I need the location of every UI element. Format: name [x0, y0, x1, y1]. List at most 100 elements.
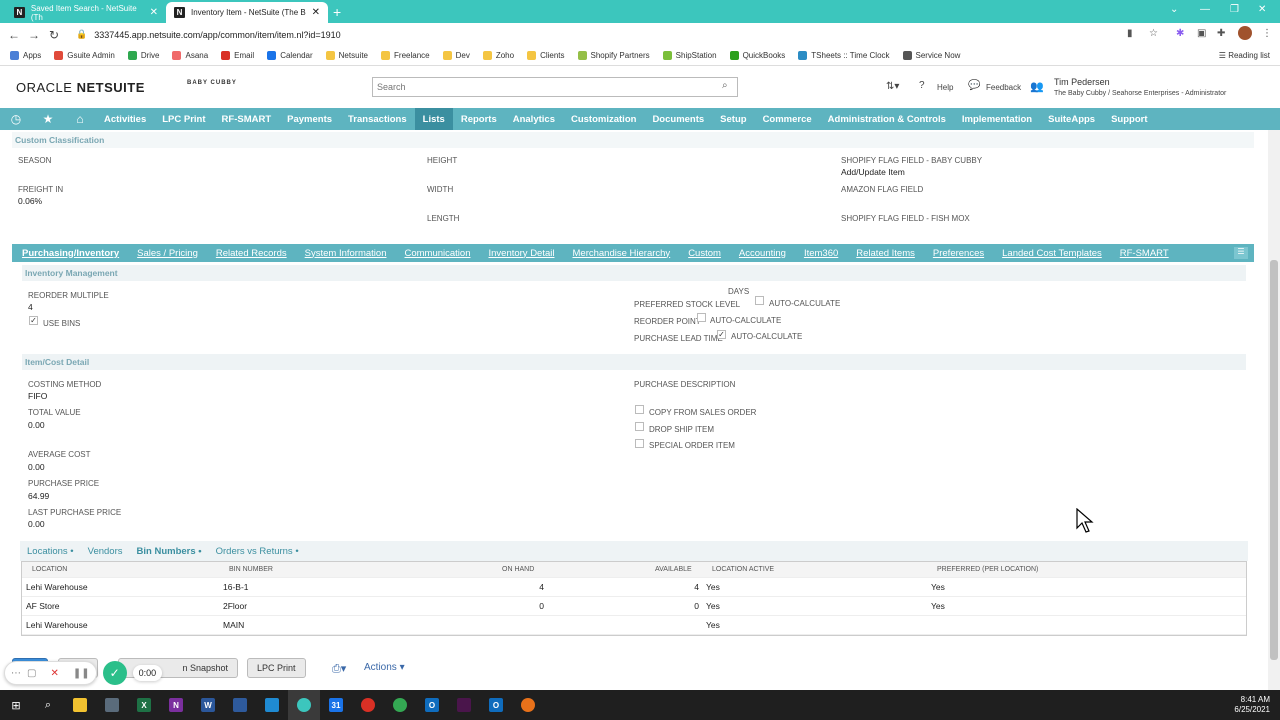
oracle-netsuite-logo[interactable]: ORACLE NETSUITE: [16, 80, 145, 95]
nav-rf-smart[interactable]: RF-SMART: [214, 108, 280, 130]
subtab-related-records[interactable]: Related Records: [206, 248, 295, 259]
nav-documents[interactable]: Documents: [644, 108, 712, 130]
scrollbar-thumb[interactable]: [1270, 260, 1278, 660]
finish-recording-icon[interactable]: ✓: [102, 661, 127, 685]
chrome-profile-icon[interactable]: [512, 690, 544, 720]
column-header-bin-number[interactable]: BIN NUMBER: [229, 566, 273, 573]
lpc-print-button[interactable]: LPC Print: [247, 658, 306, 678]
inner-tab-locations[interactable]: Locations •: [20, 546, 81, 557]
favorites-star-icon[interactable]: ★: [32, 112, 64, 126]
subtab-menu-icon[interactable]: ☰: [1234, 247, 1248, 259]
column-header-preferred-per-location[interactable]: PREFERRED (PER LOCATION): [937, 566, 1038, 573]
extension-icon[interactable]: ▣: [1197, 28, 1206, 39]
home-icon[interactable]: ⌂: [64, 112, 96, 126]
actions-menu[interactable]: Actions ▾: [364, 662, 405, 673]
subtab-purchasing-inventory[interactable]: Purchasing/Inventory: [12, 248, 127, 259]
subtab-merchandise-hierarchy[interactable]: Merchandise Hierarchy: [563, 248, 679, 259]
windows-start-icon[interactable]: ⊞: [0, 690, 32, 720]
close-icon[interactable]: ✕: [312, 7, 320, 18]
slack-icon[interactable]: [448, 690, 480, 720]
bookmark-zoho[interactable]: Zoho: [482, 51, 514, 60]
reload-icon[interactable]: ↻: [44, 28, 64, 42]
drag-handle-icon[interactable]: ⋯: [11, 668, 21, 679]
subtab-custom[interactable]: Custom: [678, 248, 729, 259]
minimize-icon[interactable]: —: [1200, 4, 1210, 15]
bookmark-apps[interactable]: Apps: [10, 51, 41, 60]
file-explorer-icon[interactable]: [64, 690, 96, 720]
inner-tab-orders-vs-returns[interactable]: Orders vs Returns •: [209, 546, 306, 557]
subtab-rf-smart[interactable]: RF-SMART: [1110, 248, 1177, 259]
pause-icon[interactable]: ❚❚: [73, 668, 90, 679]
outlook-icon[interactable]: O: [416, 690, 448, 720]
onenote-icon[interactable]: N: [160, 690, 192, 720]
recent-records-icon[interactable]: ⇅▾: [886, 81, 899, 92]
lead-time-autocalc-checkbox[interactable]: ✓: [717, 330, 726, 339]
subtab-landed-cost-templates[interactable]: Landed Cost Templates: [992, 248, 1110, 259]
nav-lists[interactable]: Lists: [414, 108, 453, 130]
excel-icon[interactable]: X: [128, 690, 160, 720]
delete-recording-icon[interactable]: ✕: [50, 668, 58, 679]
nav-implementation[interactable]: Implementation: [954, 108, 1040, 130]
subtab-system-information[interactable]: System Information: [295, 248, 395, 259]
bookmark-shipstation[interactable]: ShipStation: [662, 51, 717, 60]
nav-customization[interactable]: Customization: [563, 108, 644, 130]
bookmark-drive[interactable]: Drive: [127, 51, 159, 60]
window-close-icon[interactable]: ✕: [1258, 4, 1266, 15]
use-bins-checkbox[interactable]: ✓: [29, 316, 38, 325]
calculator-icon[interactable]: [96, 690, 128, 720]
subtab-item360[interactable]: Item360: [794, 248, 846, 259]
browser-tab-inventory-item[interactable]: N Inventory Item - NetSuite (The B ✕: [166, 2, 328, 23]
bookmark-calendar[interactable]: Calendar: [267, 51, 313, 60]
outlook-icon[interactable]: O: [480, 690, 512, 720]
print-dropdown-icon[interactable]: ⎙▾: [332, 662, 346, 676]
profile-avatar[interactable]: [1238, 26, 1252, 40]
subtab-communication[interactable]: Communication: [394, 248, 478, 259]
search-icon[interactable]: ⌕: [32, 690, 64, 720]
chrome-profile-icon[interactable]: [352, 690, 384, 720]
search-icon[interactable]: ⌕: [722, 80, 728, 91]
subtab-related-items[interactable]: Related Items: [846, 248, 923, 259]
bookmark-shopify-partners[interactable]: Shopify Partners: [577, 51, 650, 60]
pref-stock-autocalc-checkbox[interactable]: [755, 296, 764, 305]
tab-search-icon[interactable]: ⌄: [1170, 4, 1178, 15]
camera-icon[interactable]: ▮: [1127, 28, 1133, 39]
nav-administration-controls[interactable]: Administration & Controls: [820, 108, 954, 130]
chrome-profile-icon[interactable]: [384, 690, 416, 720]
word-icon[interactable]: W: [192, 690, 224, 720]
user-menu[interactable]: Tim Pedersen The Baby Cubby / Seahorse E…: [1054, 77, 1226, 99]
bookmark-clients[interactable]: Clients: [527, 51, 565, 60]
calendar-icon[interactable]: 31: [320, 690, 352, 720]
nav-transactions[interactable]: Transactions: [340, 108, 415, 130]
bookmark-freelance[interactable]: Freelance: [381, 51, 430, 60]
back-icon[interactable]: ←: [4, 28, 24, 42]
webcam-icon[interactable]: ▢: [27, 668, 36, 679]
subtab-preferences[interactable]: Preferences: [923, 248, 992, 259]
extensions-puzzle-icon[interactable]: ✚: [1217, 28, 1225, 39]
forward-icon[interactable]: →: [24, 28, 44, 42]
nav-suiteapps[interactable]: SuiteApps: [1040, 108, 1103, 130]
bookmark-dev[interactable]: Dev: [442, 51, 470, 60]
inner-tab-vendors[interactable]: Vendors: [81, 546, 130, 557]
recent-history-icon[interactable]: ◷: [0, 112, 32, 126]
bookmark-tsheets-time-clock[interactable]: TSheets :: Time Clock: [798, 51, 890, 60]
table-row[interactable]: Lehi Warehouse 16-B-1 4 4 Yes Yes: [22, 578, 1246, 597]
vscode-icon[interactable]: [256, 690, 288, 720]
page-scrollbar[interactable]: [1268, 130, 1280, 690]
new-tab-button[interactable]: +: [333, 4, 341, 20]
column-header-on-hand[interactable]: ON HAND: [502, 566, 534, 573]
nav-commerce[interactable]: Commerce: [755, 108, 820, 130]
browser-tab-saved-search[interactable]: N Saved Item Search - NetSuite (Th ✕: [6, 2, 166, 23]
feedback-icon[interactable]: 💬: [968, 80, 980, 91]
special-order-checkbox[interactable]: [635, 439, 644, 448]
global-search-input[interactable]: [372, 77, 738, 97]
table-row[interactable]: AF Store 2Floor 0 0 Yes Yes: [22, 597, 1246, 616]
nav-setup[interactable]: Setup: [712, 108, 754, 130]
nav-lpc-print[interactable]: LPC Print: [154, 108, 213, 130]
help-link[interactable]: Help: [937, 83, 953, 92]
extension-icon[interactable]: ✱: [1176, 28, 1184, 39]
subtab-sales-pricing[interactable]: Sales / Pricing: [127, 248, 206, 259]
system-clock[interactable]: 8:41 AM 6/25/2021: [1234, 695, 1270, 715]
bookmark-service-now[interactable]: Service Now: [902, 51, 960, 60]
feedback-link[interactable]: Feedback: [986, 83, 1021, 92]
bookmark-asana[interactable]: Asana: [172, 51, 208, 60]
